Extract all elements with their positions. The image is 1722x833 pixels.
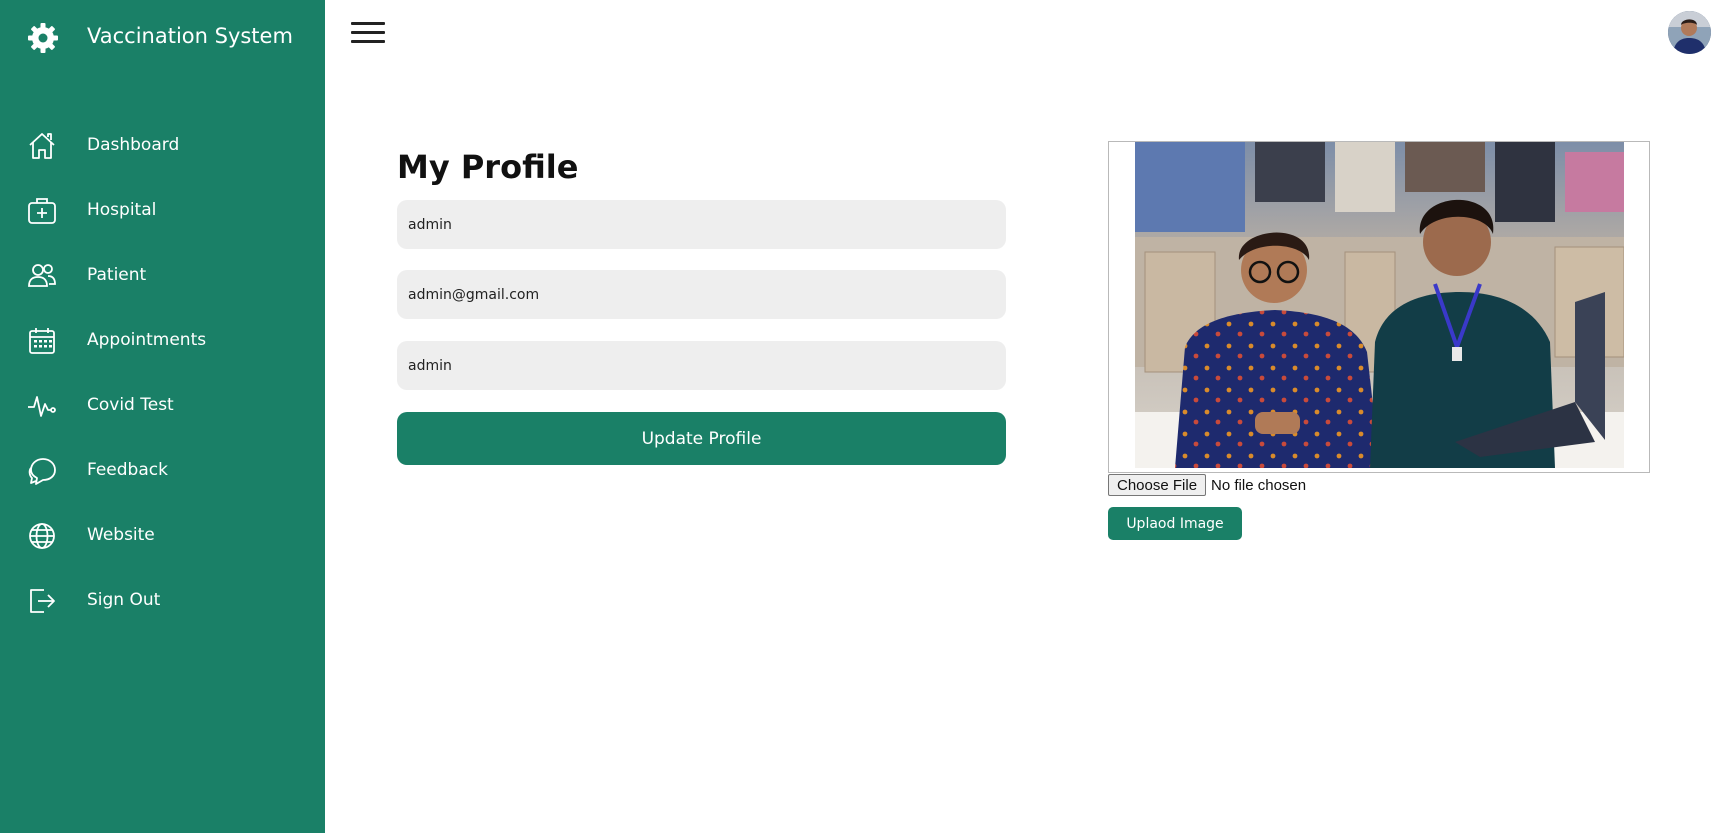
upload-image-button[interactable]: Uplaod Image (1108, 507, 1242, 540)
brand[interactable]: Vaccination System (24, 18, 293, 58)
globe-icon (27, 521, 57, 551)
user-avatar[interactable] (1668, 11, 1711, 54)
sidebar-item-dashboard[interactable]: Dashboard (0, 122, 325, 170)
update-profile-button[interactable]: Update Profile (397, 412, 1006, 465)
sidebar-item-label: Covid Test (87, 395, 174, 415)
hamburger-icon[interactable] (351, 20, 385, 46)
medical-case-icon (27, 196, 57, 226)
email-field[interactable] (397, 270, 1006, 319)
name-field[interactable] (397, 200, 1006, 249)
choose-file-button[interactable]: Choose File (1108, 474, 1207, 496)
sidebar-item-sign-out[interactable]: Sign Out (0, 577, 325, 625)
chat-icon (27, 456, 57, 486)
page-title: My Profile (397, 148, 579, 186)
sidebar-item-label: Sign Out (87, 590, 161, 610)
profile-photo (1135, 142, 1624, 468)
sidebar-item-label: Website (87, 525, 155, 545)
profile-image-frame (1108, 141, 1650, 473)
gear-icon (24, 19, 62, 57)
sidebar-item-label: Hospital (87, 200, 157, 220)
sidebar-item-patient[interactable]: Patient (0, 252, 325, 300)
pulse-icon (27, 391, 57, 421)
app-title: Vaccination System (87, 24, 293, 48)
sidebar-item-label: Appointments (87, 330, 207, 350)
password-field[interactable] (397, 341, 1006, 390)
file-input-row: Choose File No file chosen (1108, 474, 1306, 496)
home-icon (27, 131, 57, 161)
calendar-icon (27, 326, 57, 356)
sidebar-item-appointments[interactable]: Appointments (0, 317, 325, 365)
file-status-text: No file chosen (1211, 476, 1307, 494)
sign-out-icon (27, 586, 57, 616)
app-root: Vaccination System Dashboard Hospital Pa… (0, 0, 1722, 833)
sidebar-item-website[interactable]: Website (0, 512, 325, 560)
sidebar-item-label: Dashboard (87, 135, 180, 155)
sidebar-item-label: Feedback (87, 460, 168, 480)
sidebar-item-hospital[interactable]: Hospital (0, 187, 325, 235)
sidebar-item-covid-test[interactable]: Covid Test (0, 382, 325, 430)
users-icon (27, 261, 57, 291)
sidebar: Vaccination System Dashboard Hospital Pa… (0, 0, 325, 833)
sidebar-item-label: Patient (87, 265, 147, 285)
sidebar-item-feedback[interactable]: Feedback (0, 447, 325, 495)
